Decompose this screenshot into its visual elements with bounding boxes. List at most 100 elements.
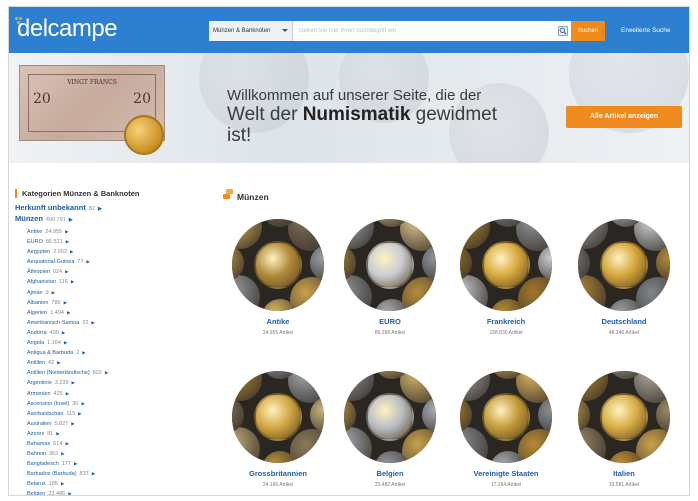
category-label[interactable]: Belgien [335, 469, 445, 478]
sidebar-item-count: 786 [51, 299, 61, 306]
sidebar-item[interactable]: Antike 24.955 ▶ [27, 227, 215, 237]
sidebar-item[interactable]: Andorra 409 ▶ [27, 328, 215, 338]
caret-right-icon: ▶ [61, 451, 65, 457]
category-image[interactable] [578, 371, 670, 463]
sidebar-item[interactable]: Antigua & Barbuda 2 ▶ [27, 348, 215, 358]
category-card[interactable]: EURO 86.368 Artikel [335, 219, 445, 336]
sidebar-item-label: Bahamas [27, 440, 51, 447]
sidebar-top-categories: Herkunft unbekannt 82 ▶ Münzen 490.791 ▶ [15, 203, 215, 225]
search-category-select[interactable]: Münzen & Banknoten [209, 21, 293, 41]
category-card[interactable]: Antike 24.955 Artikel [223, 219, 333, 336]
sidebar-top-item[interactable]: Münzen 490.791 ▶ [15, 214, 215, 225]
caret-right-icon: ▶ [61, 329, 66, 335]
delcampe-logo[interactable]: delcampe [17, 15, 118, 43]
sidebar-item[interactable]: Australien 5.827 ▶ [27, 419, 215, 429]
sidebar-item-label: Aequatorial-Guinea [27, 259, 75, 266]
advanced-search-link[interactable]: Erweiterte Suche [621, 27, 671, 34]
sidebar-item-label: Aserbaidschan [27, 410, 64, 417]
category-image[interactable] [232, 219, 324, 311]
caret-right-icon: ▶ [65, 229, 69, 234]
category-image[interactable] [578, 219, 670, 311]
category-image[interactable] [460, 219, 552, 311]
caret-right-icon: ▶ [71, 380, 76, 386]
sidebar-item-count: 624 [52, 269, 63, 276]
category-card[interactable]: Frankreich 158.830 Artikel [451, 219, 561, 336]
sidebar-item-label: Armenien [27, 390, 51, 397]
sidebar-item[interactable]: Barbados (Barbuda) 837 ▶ [27, 469, 215, 479]
sidebar-item[interactable]: Azores 81 ▶ [27, 429, 215, 439]
category-card[interactable]: Grossbritannien 24.166 Artikel [223, 371, 333, 488]
category-label[interactable]: Italien [569, 469, 679, 478]
sidebar-item[interactable]: Äthiopien 624 ▶ [27, 267, 215, 277]
search-icon[interactable] [558, 26, 568, 36]
category-card[interactable]: Vereinigte Staaten 17.264 Artikel [451, 371, 561, 488]
sidebar-item[interactable]: Algerien 1.494 ▶ [27, 308, 215, 318]
hero-line-2: Welt der Numismatik gewidmet [227, 104, 527, 125]
sidebar-item[interactable]: Angola 1.164 ▶ [27, 338, 215, 348]
sidebar-item-count: 1.164 [47, 340, 61, 347]
sidebar-item[interactable]: Afghanistan 116 ▶ [27, 277, 215, 287]
sidebar-item-label: Herkunft unbekannt [15, 203, 86, 212]
sidebar-item-count: 24.955 [45, 229, 63, 235]
sidebar-item[interactable]: Ascension (Insel) 30 ▶ [27, 399, 215, 409]
sidebar-item-label: Algerien [27, 309, 48, 316]
sidebar-item[interactable]: Bahamas 614 ▶ [27, 439, 215, 449]
sidebar-item[interactable]: Belarus 185 ▶ [27, 479, 215, 489]
category-label[interactable]: Antike [223, 317, 333, 326]
sidebar-item[interactable]: Albanien 786 ▶ [27, 298, 215, 308]
sidebar-item[interactable]: Amerikanisch-Samoa 22 ▶ [27, 318, 215, 328]
search-category-label: Münzen & Banknoten [213, 28, 271, 34]
sidebar-item-count: 185 [48, 481, 58, 488]
category-label[interactable]: EURO [335, 317, 445, 326]
search-button[interactable]: Suchen [571, 21, 605, 41]
category-card[interactable]: Deutschland 48.346 Artikel [569, 219, 679, 336]
category-label[interactable]: Frankreich [451, 317, 561, 326]
sidebar-item[interactable]: Aequatorial-Guinea 77 ▶ [27, 257, 215, 267]
category-image[interactable] [344, 219, 436, 311]
sidebar-item[interactable]: Antillen (Niederländische) 822 ▶ [27, 368, 215, 378]
show-all-items-button[interactable]: Alle Artikel anzeigen [566, 106, 682, 128]
sidebar-item[interactable]: EURO 86.521 ▶ [27, 237, 215, 247]
sidebar-item-count: 119 [66, 410, 76, 417]
category-card[interactable]: Italien 33.581 Artikel [569, 371, 679, 488]
sidebar-item-count: 5.827 [54, 420, 69, 427]
caret-right-icon: ▶ [70, 279, 75, 285]
sidebar-item[interactable]: Argentinie 3.239 ▶ [27, 378, 215, 388]
category-image[interactable] [460, 371, 552, 463]
sidebar-item[interactable]: Bahrein 362 ▶ [27, 449, 215, 459]
sidebar-item[interactable]: Antillen 42 ▶ [27, 358, 215, 368]
sidebar-item[interactable]: Armenien 425 ▶ [27, 389, 215, 399]
category-label[interactable]: Vereinigte Staaten [451, 469, 561, 478]
sidebar-item-count: 42 [48, 360, 55, 367]
caret-right-icon: ▶ [86, 259, 90, 265]
category-count: 48.346 Artikel [608, 330, 640, 336]
sidebar-item-label: EURO [27, 239, 43, 246]
hero-welcome-text: Willkommen auf unserer Seite, die der We… [227, 87, 527, 146]
category-card[interactable]: Belgien 23.482 Artikel [335, 371, 445, 488]
sidebar-item[interactable]: Aegypten 2.652 ▶ [27, 247, 215, 257]
banknote-title: VINGT FRANCS [67, 79, 117, 86]
sidebar-top-item[interactable]: Herkunft unbekannt 82 ▶ [15, 203, 215, 214]
caret-right-icon: ▶ [68, 217, 73, 223]
sidebar-item-count: 837 [79, 471, 89, 478]
caret-right-icon: ▶ [65, 269, 69, 275]
sidebar-item-label: Argentinie [27, 380, 52, 387]
category-sidebar: Kategorien Münzen & Banknoten Herkunft u… [15, 189, 215, 496]
category-image[interactable] [344, 371, 436, 463]
sidebar-item-label: Ajman [27, 289, 43, 296]
sidebar-item-count: 30 [72, 400, 79, 407]
hero-line-2-post: gewidmet [410, 104, 497, 125]
sidebar-item-label: Belgien [27, 491, 46, 496]
sidebar-item-count: 362 [48, 451, 59, 458]
caret-right-icon: ▶ [70, 249, 74, 255]
sidebar-item[interactable]: Belgien 23.486 ▶ [27, 489, 215, 496]
sidebar-item[interactable]: Bangladesch 177 ▶ [27, 459, 215, 469]
category-count: 23.482 Artikel [374, 482, 406, 488]
category-count: 24.955 Artikel [262, 330, 294, 336]
search-input[interactable] [297, 21, 541, 41]
sidebar-item[interactable]: Aserbaidschan 119 ▶ [27, 409, 215, 419]
sidebar-item[interactable]: Ajman 9 ▶ [27, 288, 215, 298]
category-image[interactable] [232, 371, 324, 463]
category-label[interactable]: Deutschland [569, 317, 679, 326]
category-label[interactable]: Grossbritannien [223, 469, 333, 478]
